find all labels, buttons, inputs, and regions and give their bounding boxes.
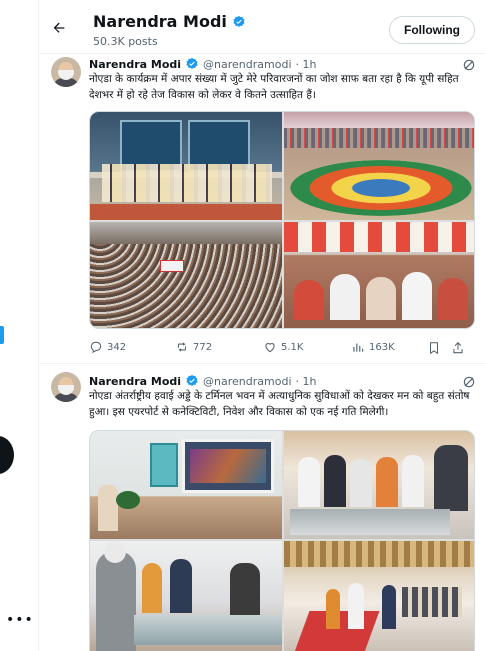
view-count: 163K bbox=[369, 341, 395, 353]
author-name[interactable]: Narendra Modi bbox=[89, 375, 181, 388]
heart-icon bbox=[265, 343, 275, 353]
post-count: 50.3K posts bbox=[93, 35, 158, 48]
media-image-cheering[interactable] bbox=[284, 222, 474, 328]
views-button[interactable]: 163K bbox=[351, 340, 395, 354]
avatar[interactable] bbox=[51, 372, 81, 402]
repost-icon bbox=[177, 342, 187, 352]
tweet-2[interactable]: Narendra Modi @narendramodi · 1h नोएडा अ… bbox=[39, 364, 485, 651]
nav-active-indicator bbox=[0, 326, 4, 344]
tweet-time[interactable]: · 1h bbox=[296, 375, 317, 388]
author-handle[interactable]: @narendramodi bbox=[203, 58, 291, 71]
grok-icon[interactable] bbox=[462, 375, 476, 389]
like-count: 5.1K bbox=[281, 341, 304, 353]
media-image-model-viewing[interactable] bbox=[284, 431, 474, 539]
tweet-text: नोएडा के कार्यक्रम में अपार संख्या में ज… bbox=[89, 73, 459, 101]
tweet-header: Narendra Modi @narendramodi · 1h bbox=[89, 57, 316, 71]
reply-button[interactable]: 342 bbox=[89, 340, 126, 354]
like-button[interactable]: 5.1K bbox=[263, 340, 303, 354]
tweet-media-grid[interactable] bbox=[89, 430, 475, 651]
tweet-1[interactable]: Narendra Modi @narendramodi · 1h नोएडा क… bbox=[39, 54, 485, 364]
verified-badge-icon bbox=[186, 374, 198, 386]
timeline-column: Narendra Modi 50.3K posts Following Nare… bbox=[38, 0, 485, 651]
tweet-text: नोएडा अंतर्राष्ट्रीय हवाई अड्डे के टर्मि… bbox=[89, 390, 470, 418]
media-image-stage[interactable] bbox=[90, 112, 282, 220]
tweet-actions: 342 772 5.1K 163K bbox=[89, 340, 479, 358]
reply-icon bbox=[90, 341, 102, 354]
media-image-pm-viewing[interactable] bbox=[90, 541, 282, 651]
verified-badge-icon bbox=[233, 15, 245, 27]
media-image-rangoli[interactable] bbox=[284, 112, 474, 220]
avatar[interactable] bbox=[51, 57, 81, 87]
reply-count: 342 bbox=[107, 341, 127, 353]
share-icon[interactable] bbox=[451, 341, 465, 355]
tweet-media-grid[interactable] bbox=[89, 111, 475, 329]
repost-button[interactable]: 772 bbox=[175, 340, 212, 354]
media-image-crowd[interactable] bbox=[90, 222, 282, 328]
tweet-header: Narendra Modi @narendramodi · 1h bbox=[89, 374, 316, 388]
author-handle[interactable]: @narendramodi bbox=[203, 375, 291, 388]
profile-header: Narendra Modi 50.3K posts Following bbox=[39, 0, 485, 54]
more-options-icon[interactable]: ••• bbox=[6, 612, 34, 628]
back-arrow-icon[interactable] bbox=[51, 20, 67, 36]
profile-name: Narendra Modi bbox=[93, 12, 227, 31]
tweet-time[interactable]: · 1h bbox=[296, 58, 317, 71]
verified-badge-icon bbox=[186, 57, 198, 69]
repost-count: 772 bbox=[193, 341, 213, 353]
following-button[interactable]: Following bbox=[389, 16, 475, 44]
views-chart-icon bbox=[353, 343, 364, 352]
author-name[interactable]: Narendra Modi bbox=[89, 58, 181, 71]
left-nav-rail: ••• bbox=[0, 0, 38, 651]
media-image-walkway[interactable] bbox=[284, 541, 474, 651]
post-compose-button[interactable] bbox=[0, 436, 14, 474]
grok-icon[interactable] bbox=[462, 58, 476, 72]
profile-name-row: Narendra Modi bbox=[93, 12, 246, 31]
media-image-terminal-display[interactable] bbox=[90, 431, 282, 539]
bookmark-icon[interactable] bbox=[427, 341, 441, 355]
